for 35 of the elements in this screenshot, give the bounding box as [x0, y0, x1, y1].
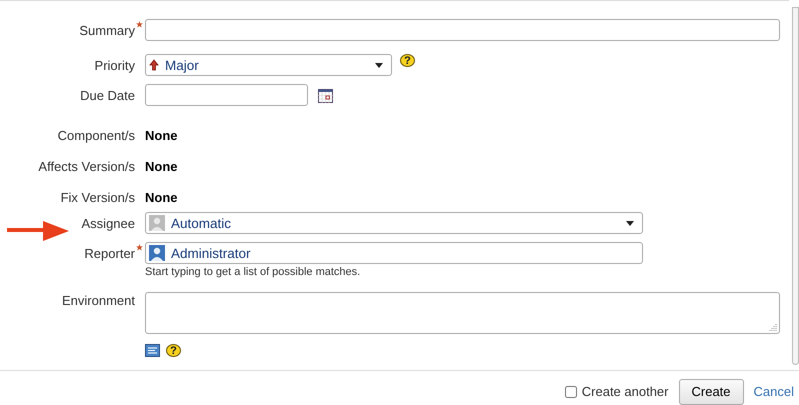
field-label: Priority: [94, 58, 135, 73]
arrow-drawing: [7, 220, 69, 242]
checkbox-label: Create another: [582, 384, 668, 399]
field-label: Component/s: [58, 128, 135, 143]
field-label: Environment: [62, 293, 135, 308]
create-button[interactable]: Create: [678, 378, 744, 404]
field-hint: Start typing to get a list of possible matches.: [145, 266, 362, 278]
field-label: Reporter: [84, 246, 135, 261]
caret-icon: [626, 220, 634, 226]
caret-icon: [375, 62, 383, 68]
field-value: None: [145, 158, 178, 174]
calendar-icon[interactable]: [318, 89, 333, 103]
select-field[interactable]: Automatic: [145, 212, 643, 234]
field-label: Affects Version/s: [38, 159, 135, 174]
scrollbar[interactable]: [792, 7, 799, 365]
field-label: Fix Version/s: [60, 190, 135, 205]
date-field[interactable]: [145, 84, 308, 106]
select-field[interactable]: Major: [145, 54, 392, 76]
create-another-checkbox[interactable]: [564, 386, 577, 398]
user-picker-field[interactable]: Administrator: [145, 242, 643, 264]
help-icon[interactable]: ?: [166, 344, 181, 357]
avatar-icon: [149, 245, 165, 261]
field-label: Due Date: [80, 88, 135, 103]
environment-field[interactable]: [145, 292, 780, 334]
help-icon[interactable]: ?: [400, 54, 415, 67]
field-value: None: [145, 127, 178, 143]
field-label: Assignee: [82, 216, 135, 231]
field-value: None: [145, 189, 178, 205]
cancel-link[interactable]: Cancel: [754, 384, 794, 399]
avatar-icon: [149, 215, 165, 231]
field-label: Summary: [79, 23, 135, 38]
resize-grip-icon: [769, 323, 777, 331]
text-format-icon[interactable]: [145, 344, 160, 357]
arrow-up-icon: [149, 59, 159, 71]
summary-field[interactable]: [145, 19, 780, 41]
